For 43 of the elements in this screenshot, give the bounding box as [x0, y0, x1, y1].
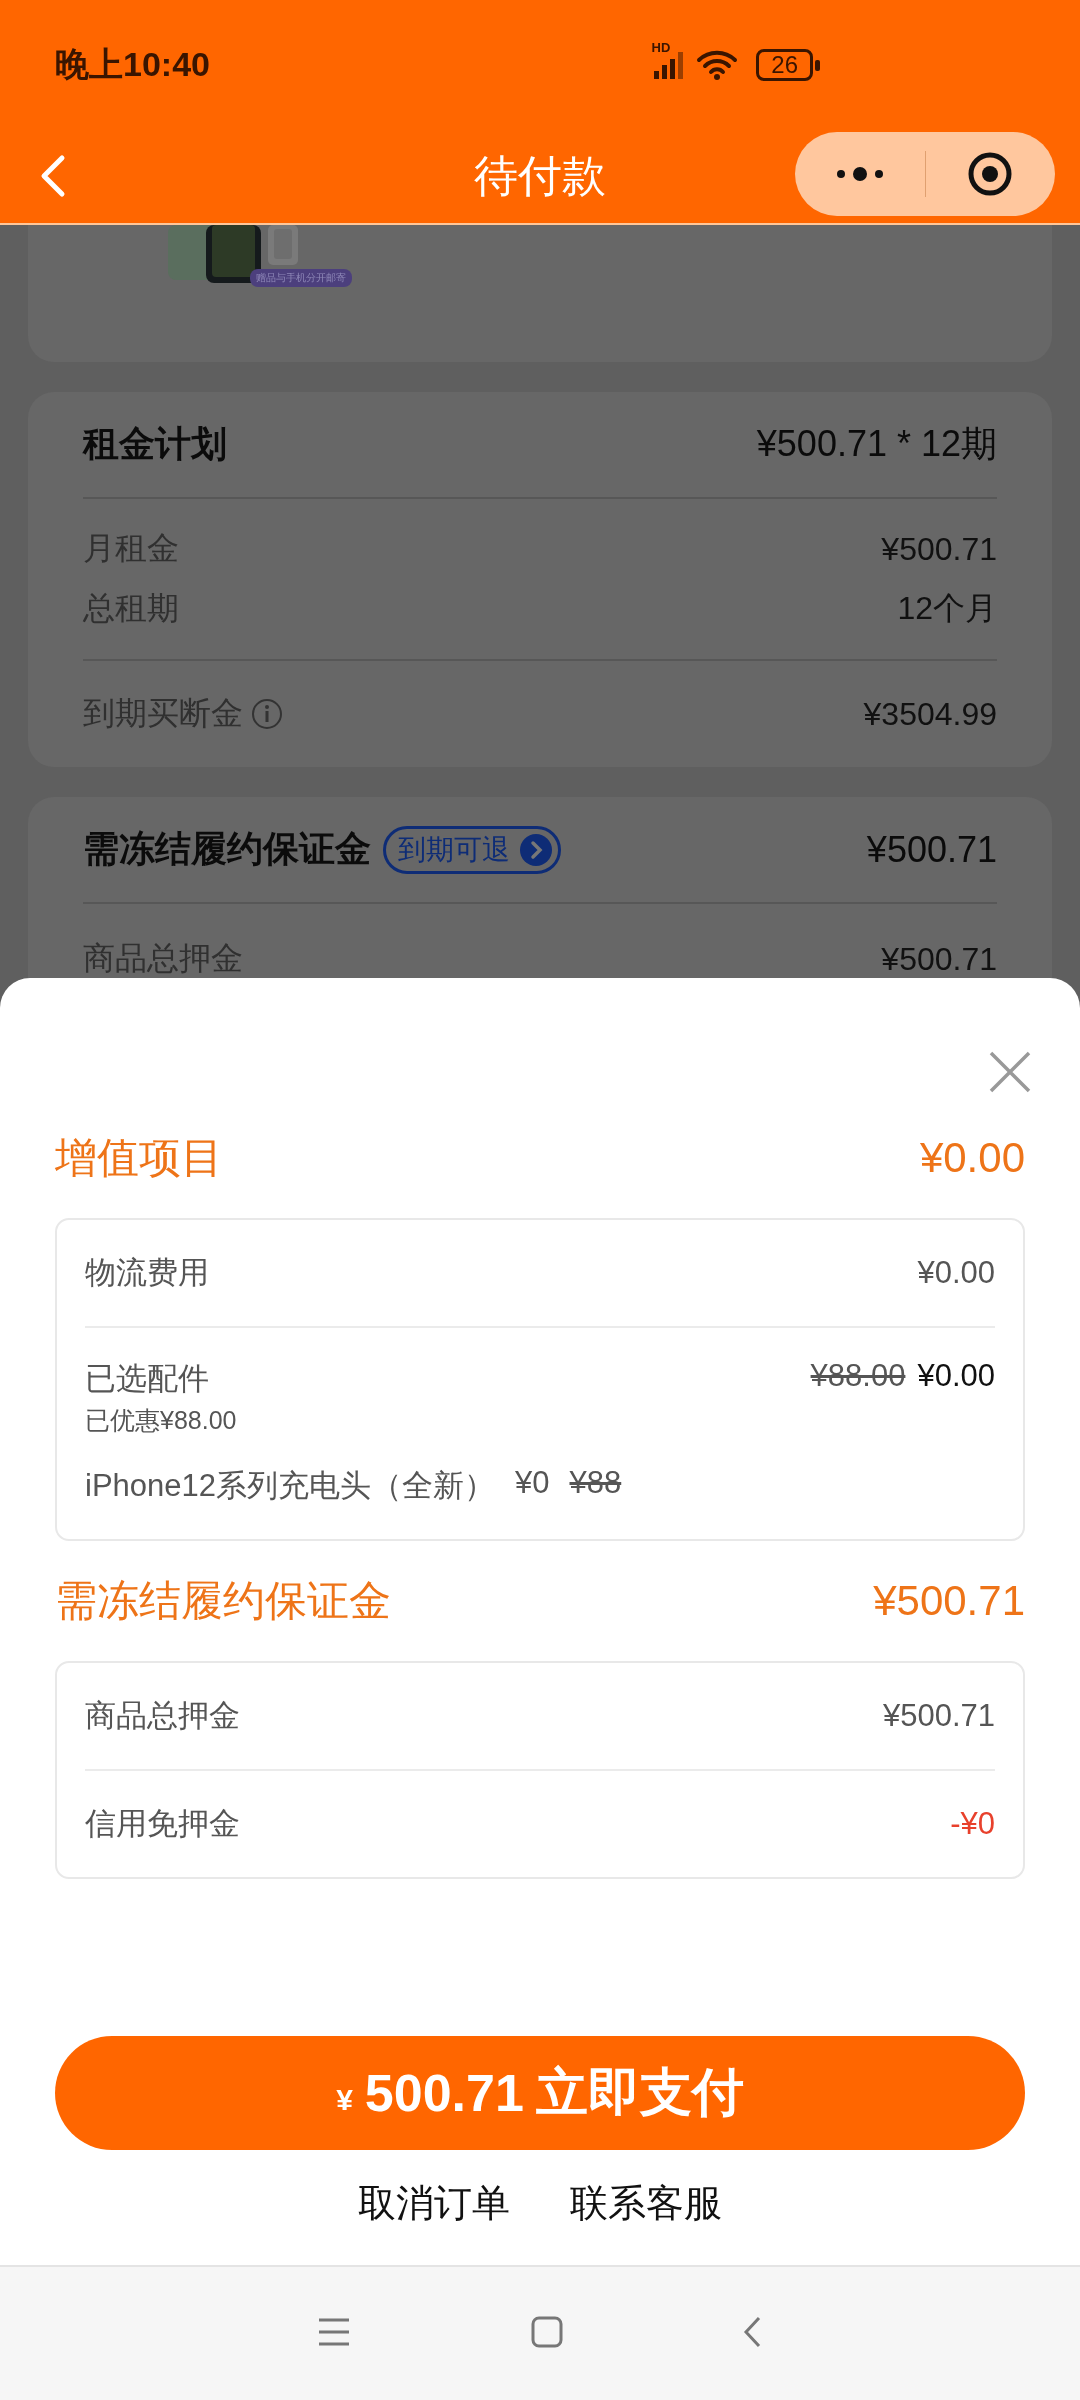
section-amount: ¥500.71 [873, 1577, 1025, 1625]
chevron-right-icon [520, 833, 552, 866]
row-value: ¥500.71 [881, 940, 997, 978]
fee-label: 已选配件 [85, 1360, 210, 1398]
discount-note: 已优惠¥88.00 [85, 1405, 237, 1436]
accessory-price: ¥0 [515, 1465, 550, 1502]
status-time: 晚上10:40 [55, 44, 211, 85]
row-value: 12个月 [897, 589, 997, 628]
section-title: 需冻结履约保证金 [55, 1576, 391, 1626]
original-price: ¥88 [569, 1465, 622, 1502]
contact-service-link[interactable]: 联系客服 [570, 2178, 722, 2229]
fee-label: 物流费用 [85, 1254, 209, 1292]
accessory-name: iPhone12系列充电头（全新） [85, 1467, 495, 1505]
gift-badge: 赠品与手机分开邮寄 [250, 269, 352, 287]
fee-value: ¥0.00 [917, 1255, 995, 1291]
info-icon [251, 698, 283, 730]
row-value: ¥500.71 [881, 530, 997, 568]
page-title: 待付款 [474, 150, 606, 202]
buyout-value: ¥3504.99 [863, 695, 997, 733]
section-title: 增值项目 [55, 1133, 223, 1183]
menu-icon [317, 2316, 351, 2348]
buyout-label: 到期买断金 [83, 694, 243, 733]
fee-value: ¥0.00 [917, 1358, 995, 1393]
original-price: ¥88.00 [810, 1358, 906, 1393]
deposit-amount: ¥500.71 [866, 828, 997, 871]
target-icon [967, 151, 1014, 197]
back-icon [743, 2316, 763, 2348]
deposit-title: 需冻结履约保证金 [83, 827, 371, 871]
battery-level: 26 [756, 49, 813, 81]
section-amount: ¥0.00 [919, 1134, 1025, 1182]
square-icon [531, 2316, 563, 2348]
home-button[interactable] [531, 2316, 563, 2351]
battery-tip-icon [815, 59, 820, 71]
fee-value: -¥0 [950, 1806, 995, 1842]
more-icon [835, 166, 884, 182]
rent-plan-summary: ¥500.71 * 12期 [756, 422, 997, 466]
fee-value: ¥500.71 [882, 1698, 995, 1734]
network-type: HD [651, 40, 671, 55]
cancel-order-link[interactable]: 取消订单 [358, 2178, 510, 2229]
rent-plan-title: 租金计划 [83, 422, 227, 466]
fee-label: 信用免押金 [85, 1805, 240, 1843]
fee-label: 商品总押金 [85, 1697, 240, 1735]
wifi-icon [696, 48, 739, 82]
